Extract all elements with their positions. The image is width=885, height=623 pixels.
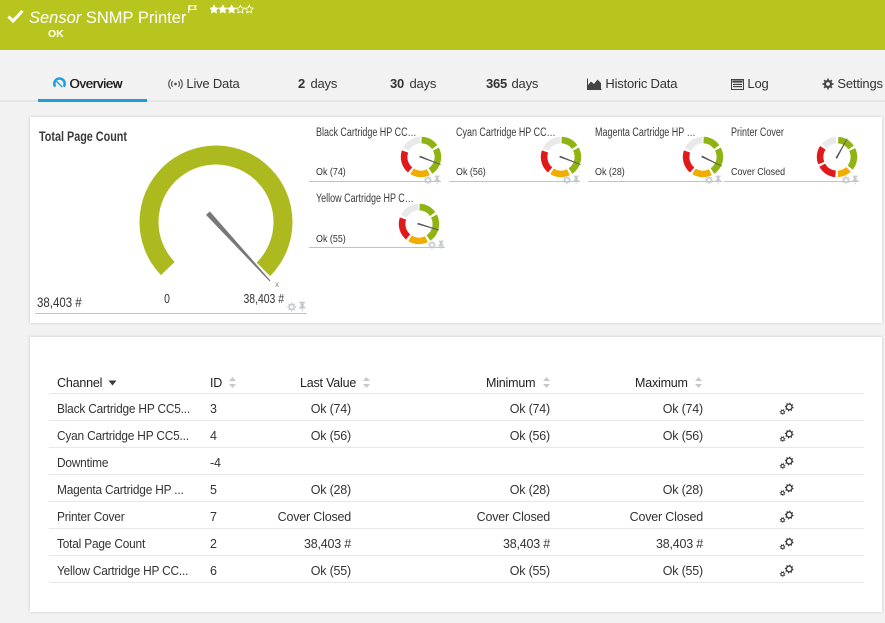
svg-text:x: x (275, 280, 279, 289)
